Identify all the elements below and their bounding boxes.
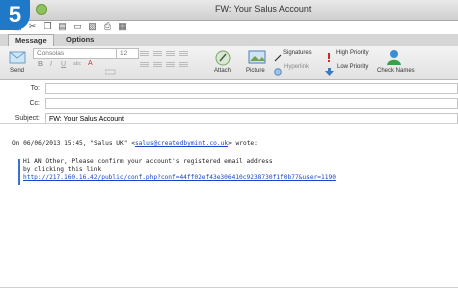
folder-icon[interactable]: ▭ [72,21,83,32]
subject-label: Subject: [14,115,40,122]
font-color-button[interactable]: A [88,60,93,67]
send-icon[interactable] [9,49,27,65]
quote-line: Hi AN Other, Please confirm your account… [23,158,273,165]
down-arrow-icon [325,63,334,76]
paperclip-icon[interactable] [214,49,232,67]
window-control-button[interactable] [36,4,47,15]
table-icon[interactable]: ▦ [117,21,128,32]
ribbon-tabs: Message Options [0,34,458,47]
check-names-button[interactable]: Check Names [377,68,415,74]
cut-icon[interactable]: ✂ [27,21,38,32]
italic-button[interactable]: I [50,61,52,68]
window-title: FW: Your Salus Account [215,4,312,14]
picture-button[interactable]: Picture [246,68,265,74]
quote-line: by clicking this link [23,166,102,173]
check-names-icon[interactable] [385,48,403,66]
send-button[interactable]: Send [10,68,24,74]
window-bottom-edge [0,287,458,288]
divider [0,123,458,124]
header-prefix: On 06/06/2013 15:45, "Salus UK" < [12,140,135,147]
print-icon[interactable]: ⎙ [102,21,113,32]
to-label: To: [30,85,40,92]
low-priority-button[interactable]: Low Priority [337,64,368,70]
underline-button[interactable]: U [61,61,66,68]
paste-icon[interactable]: ▤ [57,21,68,32]
strikethrough-button[interactable]: abc [73,61,81,67]
hyperlink-icon [274,63,282,76]
title-bar: FW: Your Salus Account [0,0,458,21]
high-priority-button[interactable]: High Priority [336,50,369,56]
paragraph-format-icons[interactable] [138,49,198,69]
message-header-line: On 06/06/2013 15:45, "Salus UK" <salus@c… [12,140,458,147]
font-size-select[interactable]: 12 [116,48,139,59]
to-field[interactable] [45,83,458,94]
confirmation-link[interactable]: http://217.160.16.42/public/conf.php?con… [23,174,336,181]
signature-icon [274,49,282,62]
font-name-select[interactable]: Consolas [33,48,118,59]
image-icon[interactable]: ▧ [87,21,98,32]
copy-icon[interactable]: ❐ [42,21,53,32]
tab-options[interactable]: Options [66,34,94,46]
ribbon: Send Consolas 12 B I U abc A Attach Pict… [0,46,458,80]
highlight-icon[interactable] [104,62,119,75]
header-suffix: > wrote: [228,140,258,147]
signatures-button[interactable]: Signatures [283,50,312,56]
quote-bar [18,159,20,185]
cc-field[interactable] [45,98,458,109]
picture-icon[interactable] [248,50,266,64]
sender-email-link[interactable]: salus@createdbymint.co.uk [135,140,228,147]
attach-button[interactable]: Attach [214,68,231,74]
email-compose-window: FW: Your Salus Account ▣ ✂ ❐ ▤ ▭ ▧ ⎙ ▦ M… [0,0,458,292]
quoted-message: Hi AN Other, Please confirm your account… [23,158,336,182]
exclamation-icon [326,49,332,62]
hyperlink-button[interactable]: Hyperlink [284,64,309,70]
bold-button[interactable]: B [38,61,43,68]
cc-label: Cc: [29,100,41,107]
step-badge: 5 [0,0,30,30]
quick-access-toolbar: ▣ ✂ ❐ ▤ ▭ ▧ ⎙ ▦ [12,21,128,33]
